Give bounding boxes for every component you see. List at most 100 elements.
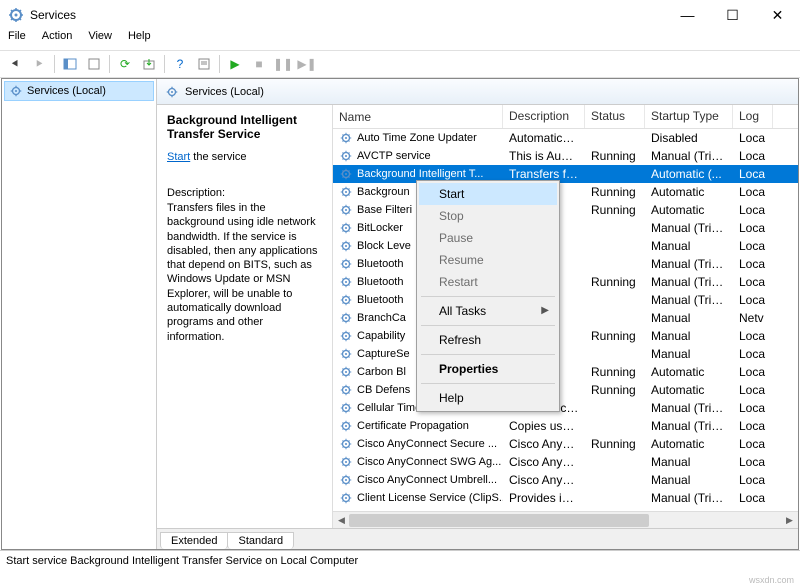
service-row[interactable]: Bluetoothuetoo...RunningManual (Trig...L…: [333, 273, 798, 291]
tree-root[interactable]: Services (Local): [4, 81, 154, 101]
col-logon[interactable]: Log: [733, 105, 773, 128]
ctx-help[interactable]: Help: [419, 387, 557, 409]
service-row[interactable]: Certificate PropagationCopies user ...Ma…: [333, 417, 798, 435]
gear-icon: [339, 239, 353, 253]
gear-icon: [339, 419, 353, 433]
service-status: Running: [585, 275, 645, 289]
service-name: Cellular Time: [357, 402, 421, 414]
menu-file[interactable]: File: [8, 30, 26, 50]
service-logon: Loca: [733, 221, 773, 235]
service-row[interactable]: Block LeveBENG...ManualLoca: [333, 237, 798, 255]
service-row[interactable]: Backgrounws in...RunningAutomaticLoca: [333, 183, 798, 201]
show-hide-tree-button[interactable]: [59, 53, 81, 75]
tree-root-label: Services (Local): [27, 85, 106, 97]
back-button[interactable]: ⯇: [4, 53, 26, 75]
service-row[interactable]: CB Defenson Blac...RunningAutomaticLoca: [333, 381, 798, 399]
horizontal-scrollbar[interactable]: ◀ ▶: [333, 511, 798, 528]
ctx-refresh[interactable]: Refresh: [419, 329, 557, 351]
service-row[interactable]: BranchCarvice ...ManualNetv: [333, 309, 798, 327]
close-button[interactable]: ✕: [755, 0, 800, 30]
tab-standard[interactable]: Standard: [227, 532, 294, 549]
gear-icon: [339, 473, 353, 487]
service-row[interactable]: Capabilityes fac...RunningManualLoca: [333, 327, 798, 345]
service-row[interactable]: Auto Time Zone UpdaterAutomatica...Disab…: [333, 129, 798, 147]
gear-icon: [339, 293, 353, 307]
service-startup: Automatic (...: [645, 167, 733, 181]
service-row[interactable]: BitLockerC hos...Manual (Trig...Loca: [333, 219, 798, 237]
export-button[interactable]: [83, 53, 105, 75]
help-button[interactable]: ?: [169, 53, 191, 75]
scroll-thumb[interactable]: [349, 514, 649, 527]
service-startup: Manual: [645, 347, 733, 361]
service-row[interactable]: Carbon Blon Bl...RunningAutomaticLoca: [333, 363, 798, 381]
service-status: Running: [585, 365, 645, 379]
scroll-right-icon[interactable]: ▶: [781, 512, 798, 528]
service-desc: This is Audi...: [503, 149, 585, 163]
properties-button[interactable]: [193, 53, 215, 75]
service-logon: Loca: [733, 383, 773, 397]
service-startup: Manual (Trig...: [645, 419, 733, 433]
col-desc[interactable]: Description: [503, 105, 585, 128]
service-row[interactable]: Background Intelligent T...Transfers fil…: [333, 165, 798, 183]
service-name: Cisco AnyConnect Umbrell...: [357, 474, 497, 486]
ctx-stop: Stop: [419, 205, 557, 227]
service-row[interactable]: Cellular TimeThis service ...Manual (Tri…: [333, 399, 798, 417]
scroll-left-icon[interactable]: ◀: [333, 512, 350, 528]
service-startup: Disabled: [645, 131, 733, 145]
service-desc: Provides inf...: [503, 491, 585, 505]
gear-icon: [339, 365, 353, 379]
service-name: Bluetooth: [357, 276, 403, 288]
tab-extended[interactable]: Extended: [160, 532, 228, 549]
ctx-properties[interactable]: Properties: [419, 358, 557, 380]
export-list-button[interactable]: [138, 53, 160, 75]
col-startup[interactable]: Startup Type: [645, 105, 733, 128]
gear-icon: [339, 311, 353, 325]
service-status: Running: [585, 185, 645, 199]
service-name: Auto Time Zone Updater: [357, 132, 477, 144]
gear-icon: [339, 347, 353, 361]
service-name: BranchCa: [357, 312, 406, 324]
gear-icon: [9, 84, 23, 98]
service-row[interactable]: Cisco AnyConnect Secure ...Cisco AnyC...…: [333, 435, 798, 453]
service-row[interactable]: Bluetoothsup...Manual (Trig...Loca: [333, 255, 798, 273]
col-status[interactable]: Status: [585, 105, 645, 128]
stop-service-button[interactable]: ■: [248, 53, 270, 75]
refresh-button[interactable]: ⟳: [114, 53, 136, 75]
forward-button[interactable]: ⯈: [28, 53, 50, 75]
ctx-start[interactable]: Start: [419, 183, 557, 205]
service-row[interactable]: Cisco AnyConnect Umbrell...Cisco AnyC...…: [333, 471, 798, 489]
start-service-button[interactable]: ▶: [224, 53, 246, 75]
service-name: Capability: [357, 330, 405, 342]
status-bar: Start service Background Intelligent Tra…: [0, 550, 800, 570]
service-name: Bluetooth: [357, 258, 403, 270]
service-row[interactable]: Cisco AnyConnect SWG Ag...Cisco AnyC...M…: [333, 453, 798, 471]
service-row[interactable]: AVCTP serviceThis is Audi...RunningManua…: [333, 147, 798, 165]
service-logon: Loca: [733, 365, 773, 379]
service-row[interactable]: Base Filterise Fil...RunningAutomaticLoc…: [333, 201, 798, 219]
ctx-restart: Restart: [419, 271, 557, 293]
start-link[interactable]: Start: [167, 151, 190, 163]
context-menu[interactable]: StartStopPauseResumeRestartAll Tasks▶Ref…: [416, 180, 560, 412]
service-row[interactable]: Client License Service (ClipS...Provides…: [333, 489, 798, 507]
ctx-all-tasks[interactable]: All Tasks▶: [419, 300, 557, 322]
col-name[interactable]: Name: [333, 105, 503, 128]
menu-action[interactable]: Action: [42, 30, 73, 50]
service-logon: Loca: [733, 329, 773, 343]
pause-service-button[interactable]: ❚❚: [272, 53, 294, 75]
gear-icon: [339, 149, 353, 163]
list-body[interactable]: Auto Time Zone UpdaterAutomatica...Disab…: [333, 129, 798, 511]
gear-icon: [339, 401, 353, 415]
service-name: CaptureSe: [357, 348, 410, 360]
minimize-button[interactable]: —: [665, 0, 710, 30]
service-row[interactable]: Bluetoothuetoo...Manual (Trig...Loca: [333, 291, 798, 309]
service-startup: Automatic: [645, 203, 733, 217]
service-logon: Loca: [733, 437, 773, 451]
menu-help[interactable]: Help: [128, 30, 151, 50]
menu-view[interactable]: View: [88, 30, 112, 50]
gear-icon: [339, 257, 353, 271]
service-row[interactable]: CaptureSes opti...ManualLoca: [333, 345, 798, 363]
service-startup: Manual (Trig...: [645, 149, 733, 163]
service-logon: Loca: [733, 473, 773, 487]
maximize-button[interactable]: ☐: [710, 0, 755, 30]
restart-service-button[interactable]: ▶❚: [296, 53, 318, 75]
